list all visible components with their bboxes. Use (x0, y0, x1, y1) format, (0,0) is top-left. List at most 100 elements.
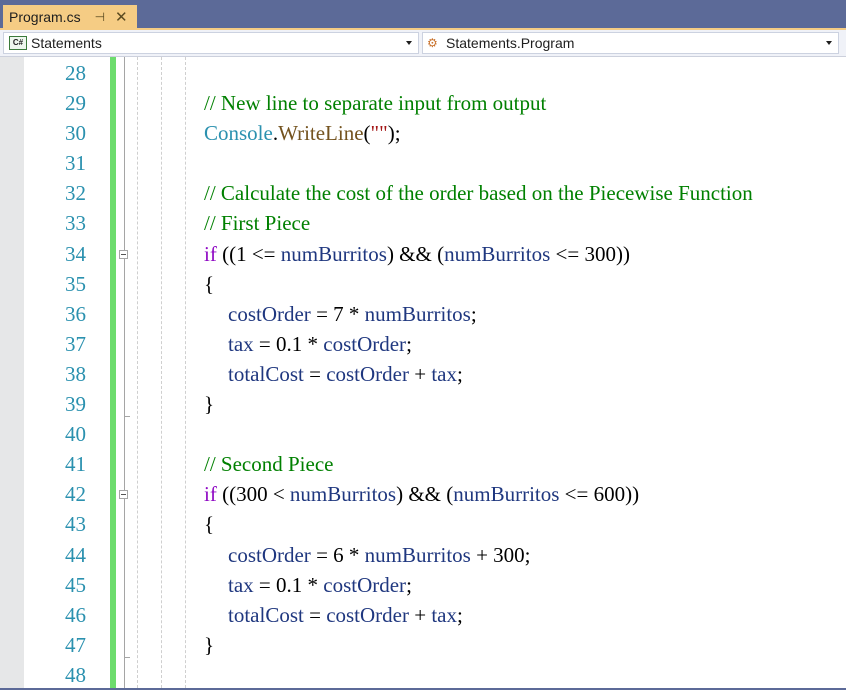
code-line[interactable]: 37 tax = 0.1 * costOrder; (24, 328, 846, 358)
chevron-down-icon[interactable] (826, 41, 832, 45)
code-token-plain: + (409, 602, 432, 627)
code-line[interactable]: 42 if ((300 < numBurritos) && (numBurrito… (24, 478, 846, 508)
code-token-var: costOrder (228, 301, 311, 326)
code-text: // First Piece (204, 208, 310, 238)
code-line[interactable]: 45 tax = 0.1 * costOrder; (24, 569, 846, 599)
code-text: // Second Piece (204, 449, 333, 479)
code-token-plain: ; (457, 602, 463, 627)
code-line[interactable]: 41 // Second Piece (24, 448, 846, 478)
code-token-var: costOrder (326, 361, 409, 386)
code-line[interactable]: 36 costOrder = 7 * numBurritos; (24, 298, 846, 328)
code-line[interactable]: 43 { (24, 508, 846, 538)
collapse-icon[interactable] (119, 249, 128, 259)
line-number: 40 (65, 422, 86, 447)
code-token-var: totalCost (228, 361, 304, 386)
code-line[interactable]: 47} (24, 629, 846, 659)
code-token-plain: ; (470, 301, 477, 326)
fold-end-marker (124, 656, 130, 658)
chevron-down-icon[interactable] (406, 41, 412, 45)
code-line[interactable]: 46 totalCost = costOrder + tax; (24, 599, 846, 629)
code-token-var: tax (431, 602, 457, 627)
fold-end-marker (124, 416, 130, 418)
code-line[interactable]: 31 (24, 147, 846, 177)
code-line[interactable]: 29 // New line to separate input from out… (24, 87, 846, 117)
code-line[interactable]: 33 // First Piece (24, 207, 846, 237)
code-line[interactable]: 32 // Calculate the cost of the order bas… (24, 177, 846, 207)
code-token-plain: ; (406, 572, 412, 597)
code-line[interactable]: 38 totalCost = costOrder + tax; (24, 358, 846, 388)
code-text: if ((1 <= numBurritos) && (numBurritos <… (204, 239, 630, 269)
code-token-var: numBurritos (280, 241, 387, 266)
code-text: Console.WriteLine(""); (204, 118, 401, 148)
line-number: 39 (65, 392, 86, 417)
code-text: { (204, 509, 214, 539)
code-token-plain: } (204, 632, 215, 657)
code-token-method: WriteLine (278, 121, 364, 146)
code-token-plain: } (204, 392, 215, 417)
tab-program-cs[interactable]: Program.cs ⊣ ✕ (3, 5, 137, 28)
code-token-comment: // New line to separate input from outpu… (204, 91, 547, 116)
code-line[interactable]: 40 (24, 418, 846, 448)
code-line[interactable]: 34 if ((1 <= numBurritos) && (numBurritos… (24, 238, 846, 268)
line-number: 45 (65, 572, 86, 597)
code-line[interactable]: 35 { (24, 268, 846, 298)
line-number: 31 (65, 151, 86, 176)
line-number: 47 (65, 632, 86, 657)
code-line[interactable]: 28 (24, 57, 846, 87)
code-token-plain: = 0.1 * (253, 572, 324, 597)
code-token-plain: ); (387, 121, 401, 146)
code-token-plain: <= 300)) (550, 241, 630, 266)
code-token-var: costOrder (326, 602, 409, 627)
line-number: 46 (65, 602, 86, 627)
code-token-plain: ((1 <= (216, 241, 281, 266)
code-token-plain: ) && ( (396, 482, 454, 507)
type-dropdown[interactable]: ⚙ Statements.Program (422, 32, 839, 54)
code-token-plain: { (204, 512, 215, 537)
code-text: } (204, 389, 214, 419)
code-text: totalCost = costOrder + tax; (228, 359, 463, 389)
code-token-type: Console (204, 121, 273, 146)
line-number: 28 (65, 61, 86, 85)
code-text: // New line to separate input from outpu… (204, 88, 546, 118)
code-text: tax = 0.1 * costOrder; (228, 329, 412, 359)
csharp-project-icon: C# (9, 36, 27, 50)
code-token-plain: { (204, 271, 215, 296)
code-token-kw: if (204, 482, 217, 507)
code-line[interactable]: 48 (24, 659, 846, 689)
code-text: totalCost = costOrder + tax; (228, 600, 463, 630)
line-number: 35 (65, 271, 86, 296)
line-number: 34 (65, 241, 86, 266)
code-token-plain: ( (363, 121, 371, 146)
line-number: 32 (65, 181, 86, 206)
line-number: 33 (65, 211, 86, 236)
code-token-plain: = 0.1 * (253, 331, 324, 356)
code-token-plain: ) && ( (386, 241, 445, 266)
code-line[interactable]: 30 Console.WriteLine(""); (24, 117, 846, 147)
line-number: 42 (65, 482, 86, 507)
code-token-plain: = (303, 602, 327, 627)
code-token-var: numBurritos (444, 241, 551, 266)
code-token-var: numBurritos (289, 482, 397, 507)
code-text: tax = 0.1 * costOrder; (228, 570, 412, 600)
code-text: costOrder = 7 * numBurritos; (228, 299, 477, 329)
close-icon[interactable]: ✕ (115, 8, 128, 26)
code-token-var: numBurritos (364, 542, 471, 567)
project-dropdown[interactable]: C# Statements (3, 32, 419, 54)
code-editor[interactable]: 28 29 // New line to separate input from o… (0, 57, 846, 688)
collapse-icon[interactable] (119, 490, 128, 500)
project-dropdown-value: Statements (31, 35, 102, 51)
line-number: 38 (65, 361, 86, 386)
code-token-plain: <= 600)) (559, 482, 640, 507)
code-text: costOrder = 6 * numBurritos + 300; (228, 540, 531, 570)
line-number: 30 (65, 121, 86, 146)
code-token-plain: = 6 * (310, 542, 365, 567)
line-number: 41 (65, 452, 86, 477)
type-dropdown-value: Statements.Program (446, 35, 575, 51)
code-line[interactable]: 44 costOrder = 6 * numBurritos + 300; (24, 539, 846, 569)
line-number: 48 (65, 662, 86, 687)
navigation-bar: C# Statements ⚙ Statements.Program (0, 30, 846, 57)
pin-icon[interactable]: ⊣ (95, 10, 105, 24)
code-token-comment: // Second Piece (204, 452, 334, 477)
code-token-plain: + 300; (470, 542, 531, 567)
code-line[interactable]: 39} (24, 388, 846, 418)
